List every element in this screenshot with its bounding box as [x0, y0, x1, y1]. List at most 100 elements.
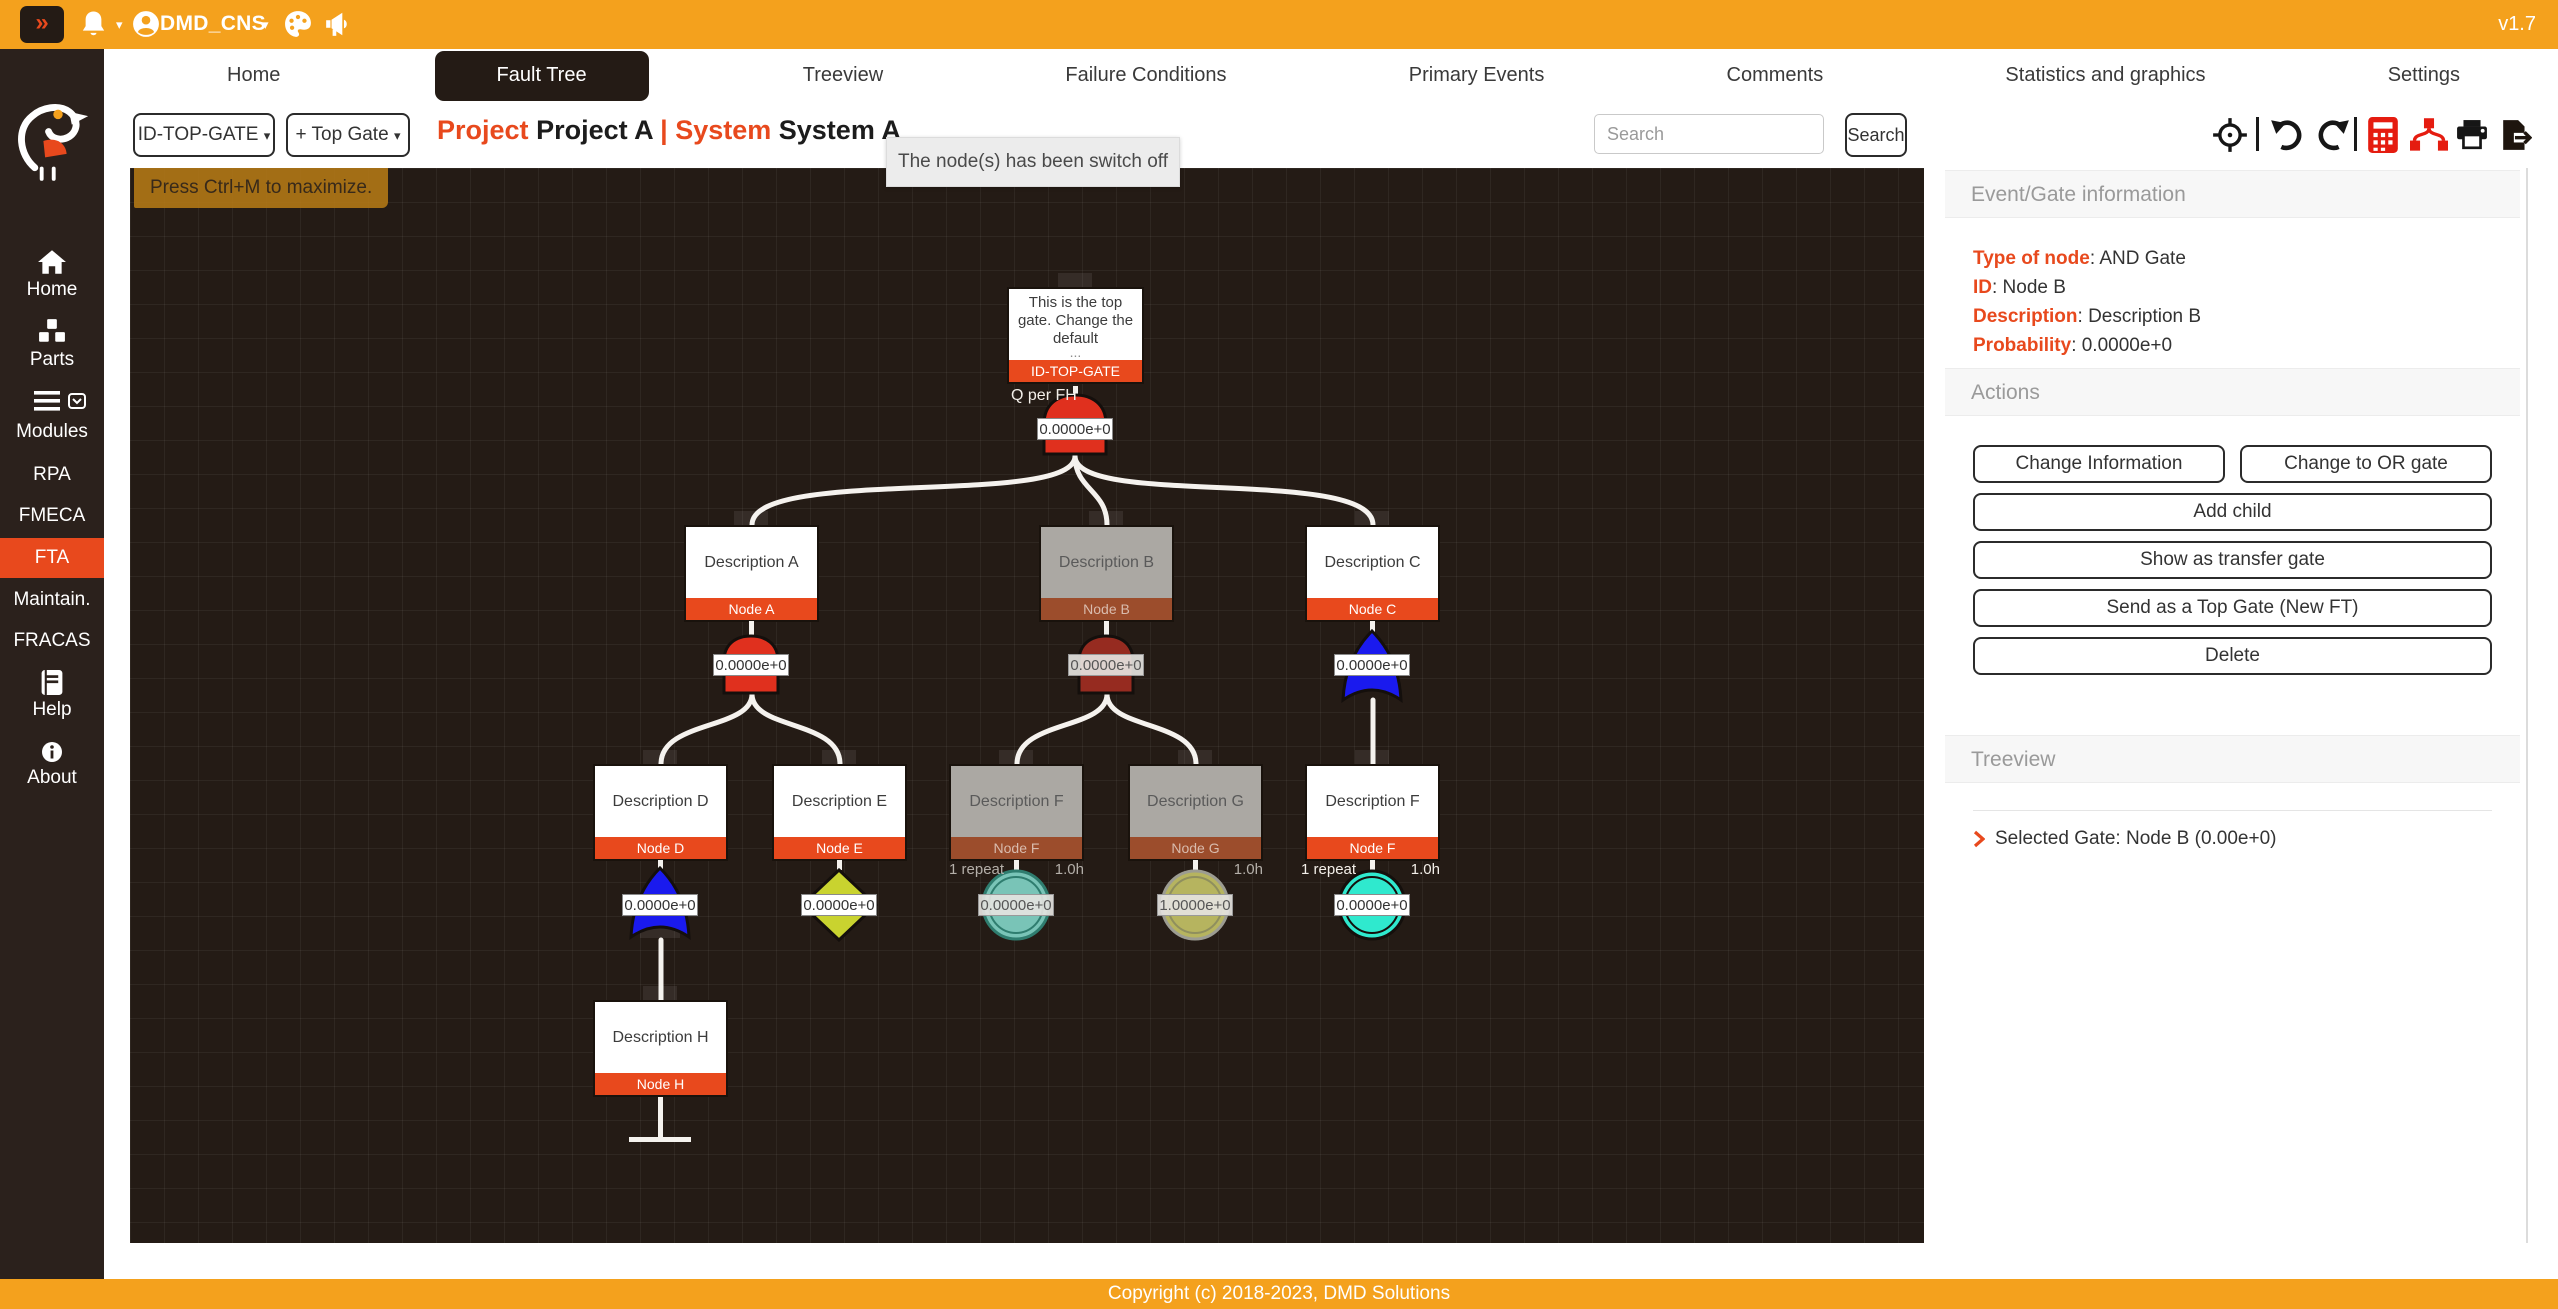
sidebar-item-fmeca[interactable]: FMECA — [0, 505, 104, 527]
modules-toggle-icon[interactable] — [68, 393, 86, 409]
top-bar: » ▾ DMD_CNS ▾ v1.7 — [0, 0, 2558, 49]
probability-label: 0.0000e+0 — [978, 894, 1054, 916]
node-info-id: ID: Node B — [1973, 273, 2066, 302]
chevron-right-icon — [1973, 830, 1985, 848]
node-info-type: Type of node: AND Gate — [1973, 244, 2186, 273]
sidebar-collapse-button[interactable]: » — [20, 6, 64, 43]
sidebar-item-rpa[interactable]: RPA — [0, 464, 104, 486]
change-information-button[interactable]: Change Information — [1973, 445, 2225, 483]
treeview-divider — [1973, 810, 2492, 811]
project-system-title: Project Project A | System System A — [437, 115, 901, 146]
search-input[interactable] — [1594, 114, 1824, 154]
hours-label: 1.0h — [1055, 861, 1084, 878]
search-button[interactable]: Search — [1845, 113, 1907, 157]
probability-label: 0.0000e+0 — [1334, 654, 1410, 676]
fta-application: » ▾ DMD_CNS ▾ v1.7 Home Fault Tree Treev… — [0, 0, 2558, 1309]
tab-treeview[interactable]: Treeview — [775, 49, 911, 101]
tab-primary-events[interactable]: Primary Events — [1381, 49, 1573, 101]
caret-down-icon: ▾ — [264, 129, 271, 144]
hours-label: 1.0h — [1234, 861, 1263, 878]
redo-icon[interactable] — [2316, 117, 2350, 153]
caret-down-icon: ▾ — [394, 129, 401, 144]
user-avatar-icon[interactable] — [132, 10, 160, 38]
treeview-selected-gate[interactable]: Selected Gate: Node B (0.00e+0) — [1973, 828, 2276, 850]
node-id-bar: ID-TOP-GATE — [1009, 360, 1142, 382]
calculate-icon[interactable] — [2368, 117, 2398, 153]
gate-selector-dropdown[interactable]: ID-TOP-GATE ▾ — [133, 113, 275, 157]
event-gate-panel: Event/Gate information Type of node: AND… — [1945, 168, 2530, 1243]
export-file-icon[interactable] — [2500, 117, 2532, 153]
help-icon[interactable] — [40, 669, 65, 696]
sidebar-item-modules[interactable]: Modules — [0, 421, 104, 443]
theme-palette-icon[interactable] — [284, 10, 312, 38]
node-id-bar: Node C — [1307, 598, 1438, 620]
tab-statistics[interactable]: Statistics and graphics — [1977, 49, 2233, 101]
app-version: v1.7 — [2498, 13, 2536, 36]
tab-settings[interactable]: Settings — [2360, 49, 2488, 101]
announcements-megaphone-icon[interactable] — [324, 10, 352, 38]
node-info-description: Description: Description B — [1973, 302, 2201, 331]
add-child-button[interactable]: Add child — [1973, 493, 2492, 531]
node-id-bar: Node F — [951, 837, 1082, 859]
diagram-layout-icon[interactable] — [2410, 117, 2448, 153]
sidebar-item-parts[interactable]: Parts — [0, 349, 104, 371]
tab-comments[interactable]: Comments — [1699, 49, 1852, 101]
notifications-caret-icon[interactable]: ▾ — [116, 18, 123, 33]
probability-label: 0.0000e+0 — [622, 894, 698, 916]
main-tab-bar: Home Fault Tree Treeview Failure Conditi… — [104, 49, 2558, 101]
user-caret-icon[interactable]: ▾ — [262, 18, 269, 33]
sidebar-item-home[interactable]: Home — [0, 279, 104, 301]
user-menu[interactable]: DMD_CNS — [160, 12, 266, 36]
probability-label: 0.0000e+0 — [713, 654, 789, 676]
fault-tree-toolbar: ID-TOP-GATE ▾ + Top Gate ▾ Project Proje… — [104, 101, 2558, 168]
probability-label: 0.0000e+0 — [801, 894, 877, 916]
section-header-info: Event/Gate information — [1945, 170, 2520, 218]
parts-icon[interactable] — [38, 319, 66, 343]
probability-label: 0.0000e+0 — [1334, 894, 1410, 916]
q-per-fh-label: Q per FH — [1011, 387, 1077, 405]
section-header-treeview: Treeview — [1945, 735, 2520, 783]
sidebar-item-help[interactable]: Help — [0, 699, 104, 721]
tab-failure-conditions[interactable]: Failure Conditions — [1037, 49, 1254, 101]
probability-label: 1.0000e+0 — [1157, 894, 1233, 916]
node-id-bar: Node A — [686, 598, 817, 620]
notifications-bell-icon[interactable] — [80, 10, 107, 40]
modules-icon[interactable] — [34, 391, 60, 411]
send-as-top-gate-button[interactable]: Send as a Top Gate (New FT) — [1973, 589, 2492, 627]
node-id-bar: Node D — [595, 837, 726, 859]
footer-copyright: Copyright (c) 2018-2023, DMD Solutions — [0, 1279, 2558, 1309]
switch-off-tooltip: The node(s) has been switch off — [886, 137, 1180, 187]
add-top-gate-dropdown[interactable]: + Top Gate ▾ — [286, 113, 410, 157]
sidebar-item-fta[interactable]: FTA — [0, 538, 104, 578]
change-to-or-gate-button[interactable]: Change to OR gate — [2240, 445, 2492, 483]
node-id-bar: Node H — [595, 1073, 726, 1095]
terminator-bar — [629, 1137, 691, 1142]
sidebar-item-maintain[interactable]: Maintain. — [0, 589, 104, 611]
node-id-bar: Node F — [1307, 837, 1438, 859]
print-icon[interactable] — [2456, 117, 2488, 153]
section-header-actions: Actions — [1945, 368, 2520, 416]
about-info-icon[interactable] — [41, 741, 63, 763]
center-view-icon[interactable] — [2212, 117, 2248, 153]
probability-label: 0.0000e+0 — [1068, 654, 1144, 676]
home-icon[interactable] — [37, 249, 67, 275]
node-info-probability: Probability: 0.0000e+0 — [1973, 331, 2172, 360]
hours-label: 1.0h — [1411, 861, 1440, 878]
dmd-bird-logo — [9, 87, 95, 183]
module-sidebar: Home Parts Modules RPA FMECA FTA Maintai… — [0, 49, 104, 1279]
node-id-bar: Node B — [1041, 598, 1172, 620]
toolbar-divider — [2354, 117, 2357, 151]
panel-scrollbar[interactable] — [2526, 168, 2528, 1243]
undo-icon[interactable] — [2270, 117, 2304, 153]
fault-tree-canvas[interactable]: Press Ctrl+M to maximize. This is the to… — [130, 168, 1924, 1243]
delete-button[interactable]: Delete — [1973, 637, 2492, 675]
repeat-label: 1 repeat — [949, 861, 1004, 878]
node-id-bar: Node G — [1130, 837, 1261, 859]
repeat-label: 1 repeat — [1301, 861, 1356, 878]
show-as-transfer-gate-button[interactable]: Show as transfer gate — [1973, 541, 2492, 579]
sidebar-item-about[interactable]: About — [0, 767, 104, 789]
tab-fault-tree[interactable]: Fault Tree — [435, 51, 649, 101]
node-id-bar: Node E — [774, 837, 905, 859]
tab-home[interactable]: Home — [199, 49, 308, 101]
sidebar-item-fracas[interactable]: FRACAS — [0, 630, 104, 652]
